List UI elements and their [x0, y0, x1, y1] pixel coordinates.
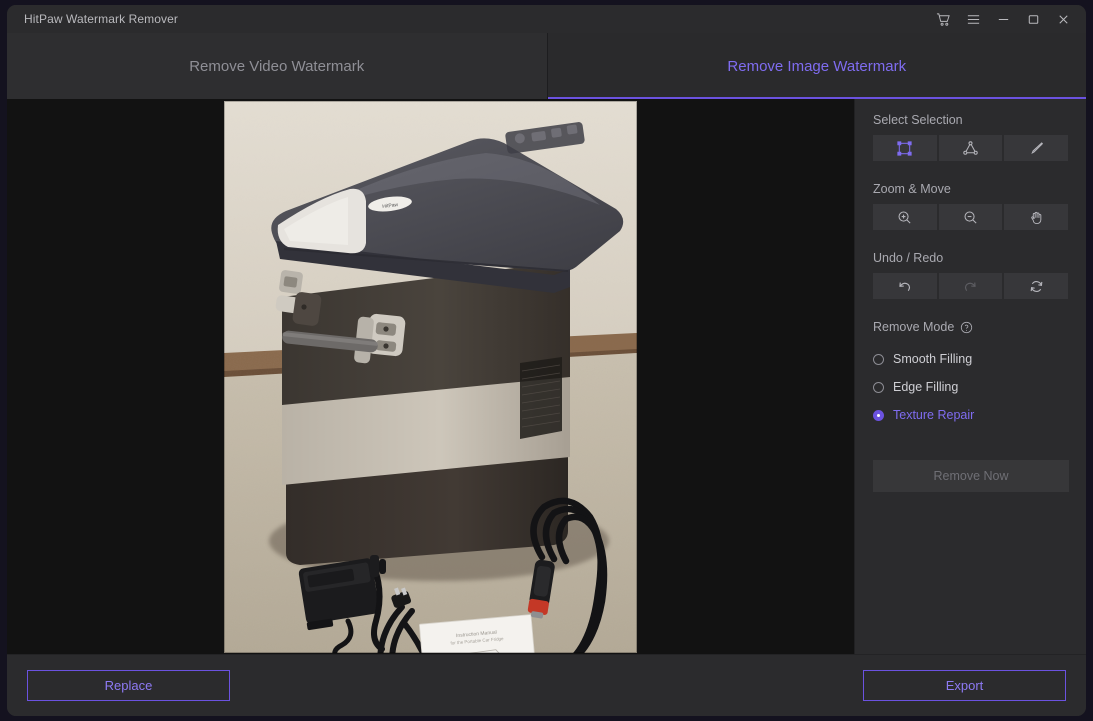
- image-preview[interactable]: HitPaw Instruction Manual for the Portab…: [224, 100, 637, 653]
- tab-remove-image-watermark[interactable]: Remove Image Watermark: [546, 33, 1086, 99]
- radio-mark: [873, 409, 884, 421]
- tab-label: Remove Image Watermark: [727, 57, 907, 75]
- zoom-in-icon[interactable]: [873, 204, 937, 230]
- replace-button[interactable]: Replace: [27, 670, 230, 701]
- radio-label: Texture Repair: [893, 408, 975, 422]
- undo-redo-tools: [873, 273, 1069, 299]
- tab-label: Remove Video Watermark: [189, 57, 365, 75]
- maximize-icon[interactable]: [1018, 5, 1048, 33]
- canvas-area[interactable]: HitPaw Instruction Manual for the Portab…: [7, 99, 854, 654]
- close-icon[interactable]: [1048, 5, 1078, 33]
- tools-sidebar: Select Selection Zoom & Move Undo / Redo…: [854, 99, 1086, 654]
- cart-icon[interactable]: [928, 5, 958, 33]
- hand-icon[interactable]: [1004, 204, 1069, 230]
- title-bar: HitPaw Watermark Remover: [7, 5, 1086, 33]
- zoom-move-tools: [873, 204, 1069, 230]
- remove-mode-options: Smooth Filling Edge Filling Texture Repa…: [873, 345, 1068, 429]
- radio-smooth-filling[interactable]: Smooth Filling: [873, 345, 1068, 373]
- app-body: HitPaw Instruction Manual for the Portab…: [7, 99, 1086, 654]
- app-window: HitPaw Watermark Remover Remove Video Wa…: [7, 5, 1086, 716]
- radio-edge-filling[interactable]: Edge Filling: [873, 373, 1068, 401]
- radio-mark: [873, 381, 884, 393]
- menu-icon[interactable]: [958, 5, 988, 33]
- radio-label: Smooth Filling: [893, 352, 973, 366]
- brush-select-icon[interactable]: [1004, 135, 1069, 161]
- window-controls: [928, 5, 1078, 33]
- polygon-select-icon[interactable]: [938, 135, 1003, 161]
- bottom-bar: Replace Export: [7, 654, 1086, 716]
- rectangle-select-icon[interactable]: [873, 135, 937, 161]
- export-button[interactable]: Export: [863, 670, 1066, 701]
- help-circle-icon[interactable]: [960, 321, 973, 334]
- tab-bar: Remove Video Watermark Remove Image Wate…: [7, 33, 1086, 99]
- zoom-move-label: Zoom & Move: [873, 182, 951, 196]
- radio-mark: [873, 353, 884, 365]
- remove-now-button[interactable]: Remove Now: [873, 460, 1069, 492]
- select-selection-tools: [873, 135, 1069, 161]
- reset-icon[interactable]: [1004, 273, 1069, 299]
- preview-photo: HitPaw Instruction Manual for the Portab…: [224, 100, 637, 653]
- radio-texture-repair[interactable]: Texture Repair: [873, 401, 1068, 429]
- undo-icon[interactable]: [873, 273, 937, 299]
- minimize-icon[interactable]: [988, 5, 1018, 33]
- app-title: HitPaw Watermark Remover: [24, 12, 178, 26]
- zoom-out-icon[interactable]: [938, 204, 1003, 230]
- remove-mode-text: Remove Mode: [873, 320, 955, 334]
- redo-icon[interactable]: [938, 273, 1003, 299]
- radio-label: Edge Filling: [893, 380, 959, 394]
- tab-remove-video-watermark[interactable]: Remove Video Watermark: [7, 33, 547, 99]
- select-selection-label: Select Selection: [873, 113, 963, 127]
- undo-redo-label: Undo / Redo: [873, 251, 944, 265]
- remove-mode-label: Remove Mode: [873, 320, 1068, 334]
